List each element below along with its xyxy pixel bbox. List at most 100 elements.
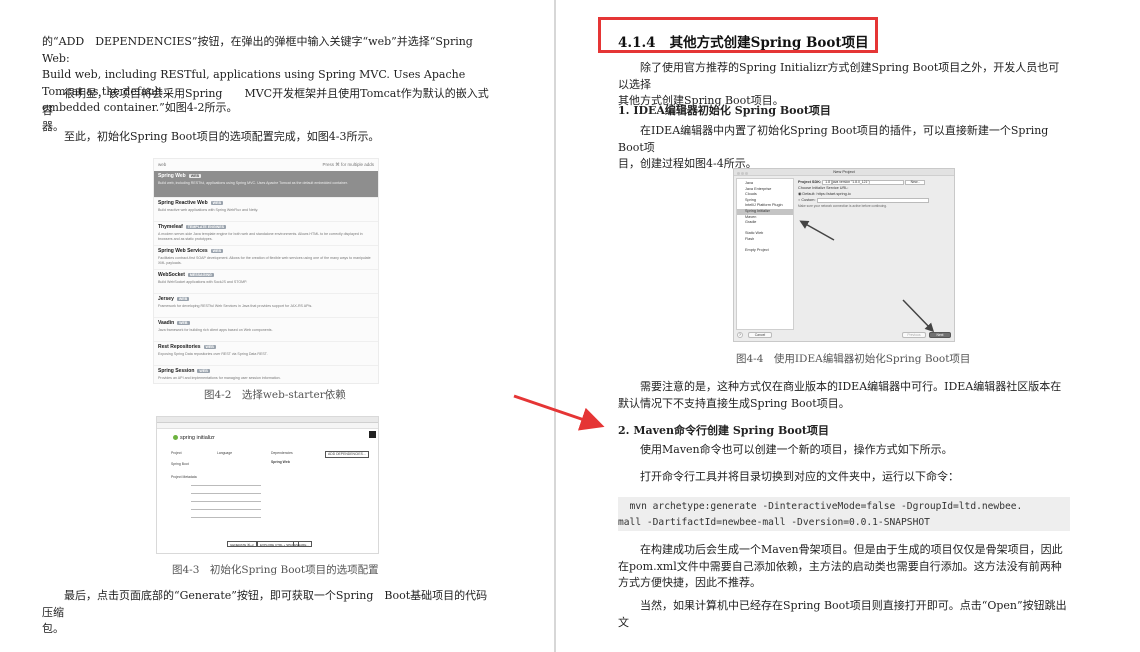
search-input[interactable]: web: [158, 162, 166, 168]
figure-caption-4-3: 图4-3 初始化Spring Boot项目的选项配置: [172, 564, 379, 576]
paragraph-3: 至此，初始化Spring Boot项目的选项配置完成，如图4-3所示。: [64, 130, 380, 143]
dependency-name: Vaadin WEB: [158, 320, 374, 326]
search-row: web Press ⌘ for multiple adds: [154, 159, 378, 171]
dependency-item[interactable]: Vaadin WEB Java framework for building ric…: [154, 318, 378, 342]
sidebar-item[interactable]: Empty Project: [737, 248, 793, 254]
dependency-name-text: Rest Repositories: [158, 344, 201, 350]
next-button[interactable]: Next: [929, 332, 951, 338]
minimize-dot-icon[interactable]: [741, 171, 744, 175]
dependency-item[interactable]: Rest Repositories WEB Exposing Spring Data…: [154, 342, 378, 366]
cancel-button[interactable]: Cancel: [748, 332, 772, 338]
figure-caption-4-2: 图4-2 选择web-starter依赖: [204, 389, 346, 401]
dependency-item[interactable]: Thymeleaf TEMPLATE ENGINES A modern server…: [154, 222, 378, 246]
note-paragraph: 需要注意的是，这种方式仅在商业版本的IDEA编辑器中可行。IDEA编辑器社区版本…: [618, 379, 1070, 412]
figure-dependency-list: web Press ⌘ for multiple adds Spring Web…: [153, 158, 379, 384]
dependencies-label: Dependencies: [271, 451, 293, 455]
dependency-name-text: Jersey: [158, 296, 174, 302]
boot-label: Spring Boot: [171, 462, 189, 466]
dependency-name-text: Spring Reactive Web: [158, 200, 208, 206]
dependency-name: Spring Web WEB: [158, 173, 374, 179]
subsection-title-2: 2. Maven命令行创建 Spring Boot项目: [618, 424, 830, 437]
close-dot-icon[interactable]: [737, 171, 740, 175]
sdk-select[interactable]: 1.8 (java version "1.8.0_121"): [822, 179, 905, 185]
section-heading: 4.1.4 其他方式创建Spring Boot项目: [618, 31, 869, 51]
language-label: Language: [217, 451, 233, 455]
text-line: 需要注意的是，这种方式仅在商业版本的IDEA编辑器中可行。IDEA编辑器社区版本…: [640, 380, 1062, 393]
section-number: 4.1.4: [618, 35, 656, 51]
dialog-title: New Project: [833, 169, 855, 174]
dependency-description: Exposing Spring Data repositories over R…: [158, 352, 268, 356]
subsection-title-1: 1. IDEA编辑器初始化 Spring Boot项目: [618, 104, 831, 117]
section-title: 其他方式创建Spring Boot项目: [669, 35, 869, 51]
dependency-name: Spring Web Services WEB: [158, 248, 374, 254]
window-controls: [737, 171, 749, 176]
dependency-description: Provides an API and implementations for …: [158, 376, 281, 380]
help-button[interactable]: ?: [737, 332, 743, 338]
dependency-name: Spring Session WEB: [158, 368, 374, 374]
dependency-description: Build WebSocket applications with SockJS…: [158, 280, 248, 284]
metadata-field[interactable]: [191, 501, 261, 502]
dependency-name-text: Spring Web Services: [158, 248, 208, 254]
metadata-field[interactable]: [191, 509, 261, 510]
dependency-item[interactable]: Spring Web Services WEB Facilitates contra…: [154, 246, 378, 270]
dependency-item[interactable]: Spring Reactive Web WEB Build reactive web…: [154, 198, 378, 222]
dependency-item[interactable]: WebSocket MESSAGING Build WebSocket applic…: [154, 270, 378, 294]
dependency-tag: WEB: [210, 248, 224, 253]
dependency-description: Build web, including RESTful, applicatio…: [158, 181, 348, 185]
network-note: Make sure your network connection is act…: [798, 204, 887, 208]
dependency-name: Spring Reactive Web WEB: [158, 200, 374, 206]
dependency-item[interactable]: Spring Session WEB Provides an API and imp…: [154, 366, 378, 383]
new-sdk-button[interactable]: New...: [905, 179, 926, 185]
dependency-name: Thymeleaf TEMPLATE ENGINES: [158, 224, 374, 230]
figure-caption-4-4: 图4-4 使用IDEA编辑器初始化Spring Boot项目: [736, 353, 971, 365]
dependency-item[interactable]: Jersey WEB Framework for developing RESTfu…: [154, 294, 378, 318]
text-line: 在pom.xml文件中需要自己添加依赖，主方法的启动类也需要自行添加。这方法没有…: [618, 559, 1062, 573]
figure-initializr: spring initializr Project Language Sprin…: [156, 416, 379, 554]
sdk-label: Project SDK:: [798, 180, 822, 184]
subsection-2-line-1: 使用Maven命令也可以创建一个新的项目，操作方式如下所示。: [640, 443, 953, 456]
generate-button[interactable]: GENERATE ⌘+↵: [227, 541, 258, 547]
dependency-name: Rest Repositories WEB: [158, 344, 374, 350]
dependency-tag: WEB: [203, 344, 216, 349]
dependency-tag: WEB: [188, 173, 202, 178]
default-url: https://start.spring.io: [816, 192, 851, 196]
initializr-logo: spring initializr: [173, 435, 215, 441]
dependency-description: Java framework for building rich client …: [158, 328, 273, 332]
paragraph-4: 最后，点击页面底部的“Generate”按钮，即可获取一个Spring Boot…: [42, 588, 494, 638]
subsection-1-paragraph: 在IDEA编辑器中内置了初始化Spring Boot项目的插件，可以直接新建一个…: [618, 123, 1070, 173]
add-dependencies-button[interactable]: ADD DEPENDENCIES...: [325, 451, 369, 458]
zoom-dot-icon[interactable]: [745, 171, 748, 175]
search-hint: Press ⌘ for multiple adds: [322, 162, 374, 167]
dependency-tag: WEB: [176, 296, 190, 301]
theme-toggle[interactable]: [369, 431, 376, 438]
custom-label: Custom:: [801, 198, 816, 202]
text-line: 包。: [42, 622, 64, 635]
dependency-name-text: Thymeleaf: [158, 224, 183, 230]
default-label: Default:: [802, 192, 816, 196]
previous-button[interactable]: Previous: [902, 332, 926, 338]
metadata-field[interactable]: [191, 517, 261, 518]
after-paragraph: 在构建成功后会生成一个Maven骨架项目。但是由于生成的项目仅仅是骨架项目，因此…: [618, 542, 1070, 592]
text-line: 很明显，该项目将会采用Spring MVC开发框架并且使用Tomcat作为默认的…: [42, 87, 489, 117]
project-type-sidebar: Java Java Enterprise Clouds Spring IntelliJ …: [736, 178, 794, 330]
dependency-tag: MESSAGING: [187, 272, 214, 277]
dependency-description: Framework for developing RESTful Web Ser…: [158, 304, 313, 308]
dependency-tag: WEB: [197, 368, 210, 373]
project-label: Project: [171, 451, 182, 455]
metadata-field[interactable]: [191, 493, 261, 494]
dependency-tag: TEMPLATE ENGINES: [185, 224, 227, 229]
share-button[interactable]: SHARE...: [293, 541, 312, 547]
dependency-name-text: Spring Web: [158, 173, 186, 179]
dependency-item[interactable]: Spring Web WEB Build web, including RESTfu…: [154, 171, 378, 198]
left-page: 的“ADD DEPENDENCIES”按钮，在弹出的弹框中输入关键字“web”并…: [0, 0, 554, 652]
dependency-name-text: Spring Session: [158, 368, 195, 374]
figure-idea-new-project: New Project Java Java Enterprise Clouds Spr…: [733, 168, 955, 342]
metadata-field[interactable]: [191, 485, 261, 486]
last-paragraph: 当然，如果计算机中已经存在Spring Boot项目则直接打开即可。点击“Ope…: [618, 599, 1067, 629]
custom-url-input[interactable]: [816, 197, 929, 203]
browser-url-bar[interactable]: [157, 423, 378, 429]
dependency-tag: WEB: [177, 320, 190, 325]
dependency-name: Jersey WEB: [158, 296, 374, 302]
dialog-titlebar: New Project: [734, 169, 954, 176]
dialog-main: Project SDK: 1.8 (java version "1.8.0_12…: [798, 179, 953, 209]
